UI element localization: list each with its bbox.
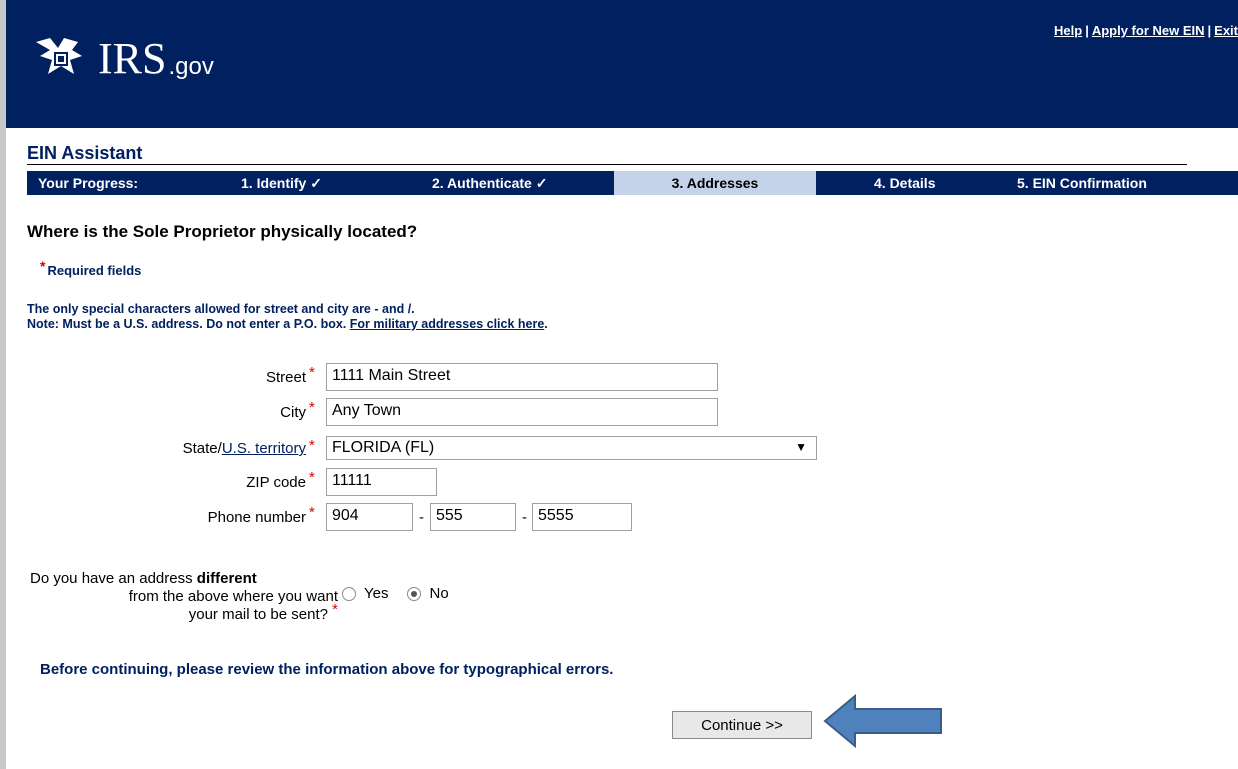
- phone-separator: -: [522, 509, 527, 526]
- progress-step-ein-confirmation: 5. EIN Confirmation: [1017, 175, 1147, 191]
- phone-line-input[interactable]: 5555: [532, 503, 632, 531]
- required-star: *: [309, 399, 315, 416]
- required-star: *: [309, 504, 315, 521]
- state-select[interactable]: FLORIDA (FL) ▼: [326, 436, 817, 460]
- phone-row: Phone number * 904 - 555 - 5555: [0, 503, 1238, 531]
- radio-yes[interactable]: [342, 586, 356, 601]
- progress-step-details: 4. Details: [874, 175, 936, 191]
- required-fields-text: Required fields: [47, 263, 142, 278]
- progress-bar: Your Progress: 1. Identify ✓ 2. Authenti…: [27, 171, 1238, 195]
- left-arrow-icon: [823, 693, 942, 749]
- progress-step-authenticate: 2. Authenticate ✓: [432, 174, 548, 191]
- radio-selected-dot: [411, 590, 418, 597]
- review-notice: Before continuing, please review the inf…: [40, 661, 614, 678]
- phone-separator: -: [419, 509, 424, 526]
- phone-label: Phone number: [207, 509, 306, 526]
- apply-new-ein-link[interactable]: Apply for New EIN: [1092, 23, 1205, 38]
- state-label: State/U.S. territory: [182, 440, 306, 457]
- state-select-value: FLORIDA (FL): [332, 439, 435, 456]
- progress-label: Your Progress:: [38, 175, 139, 191]
- progress-step-addresses: 3. Addresses: [614, 171, 816, 195]
- special-chars-note: The only special characters allowed for …: [27, 302, 415, 316]
- address-instructions: The only special characters allowed for …: [27, 302, 548, 332]
- military-address-link[interactable]: For military addresses click here: [350, 317, 545, 331]
- street-input[interactable]: 1111 Main Street: [326, 363, 718, 391]
- required-star: *: [309, 437, 315, 454]
- exit-link[interactable]: Exit: [1214, 23, 1238, 38]
- city-row: City * Any Town: [0, 398, 1238, 426]
- irs-logo[interactable]: IRS .gov: [30, 24, 214, 94]
- help-link[interactable]: Help: [1054, 23, 1082, 38]
- street-row: Street * 1111 Main Street: [0, 363, 1238, 391]
- radio-no[interactable]: [407, 586, 422, 601]
- dropdown-arrow-icon: ▼: [795, 440, 807, 454]
- progress-step-identify: 1. Identify ✓: [241, 174, 322, 191]
- mailing-address-radio-group: Yes No: [342, 585, 468, 602]
- page-title: EIN Assistant: [27, 143, 143, 163]
- eagle-icon: [36, 38, 82, 74]
- radio-yes-label[interactable]: Yes: [364, 585, 388, 602]
- radio-no-label[interactable]: No: [429, 585, 448, 602]
- street-label: Street: [265, 369, 306, 386]
- required-fields-note: * Required fields: [40, 258, 142, 278]
- city-label: City: [280, 404, 306, 421]
- us-address-note: Note: Must be a U.S. address. Do not ent…: [27, 317, 548, 331]
- required-star: *: [309, 469, 315, 486]
- us-territory-link[interactable]: U.S. territory: [222, 440, 306, 457]
- city-input[interactable]: Any Town: [326, 398, 718, 426]
- phone-prefix-input[interactable]: 555: [430, 503, 516, 531]
- logo-text: IRS: [98, 34, 167, 83]
- required-star: *: [332, 601, 338, 618]
- title-divider: [27, 164, 1187, 165]
- mailing-address-question: Do you have an address different from th…: [30, 570, 338, 623]
- state-row: State/U.S. territory * FLORIDA (FL) ▼: [0, 436, 1238, 464]
- required-star: *: [40, 258, 46, 274]
- continue-button[interactable]: Continue >>: [672, 711, 812, 739]
- top-links: Help | Apply for New EIN | Exit: [1054, 23, 1238, 38]
- logo-suffix: .gov: [168, 53, 214, 80]
- section-question: Where is the Sole Proprietor physically …: [27, 222, 418, 241]
- phone-area-input[interactable]: 904: [326, 503, 413, 531]
- zip-label: ZIP code: [246, 474, 306, 491]
- zip-row: ZIP code * 11111: [0, 468, 1238, 496]
- zip-input[interactable]: 11111: [326, 468, 437, 496]
- required-star: *: [309, 364, 315, 381]
- site-header: IRS .gov Help | Apply for New EIN | Exit: [6, 0, 1238, 128]
